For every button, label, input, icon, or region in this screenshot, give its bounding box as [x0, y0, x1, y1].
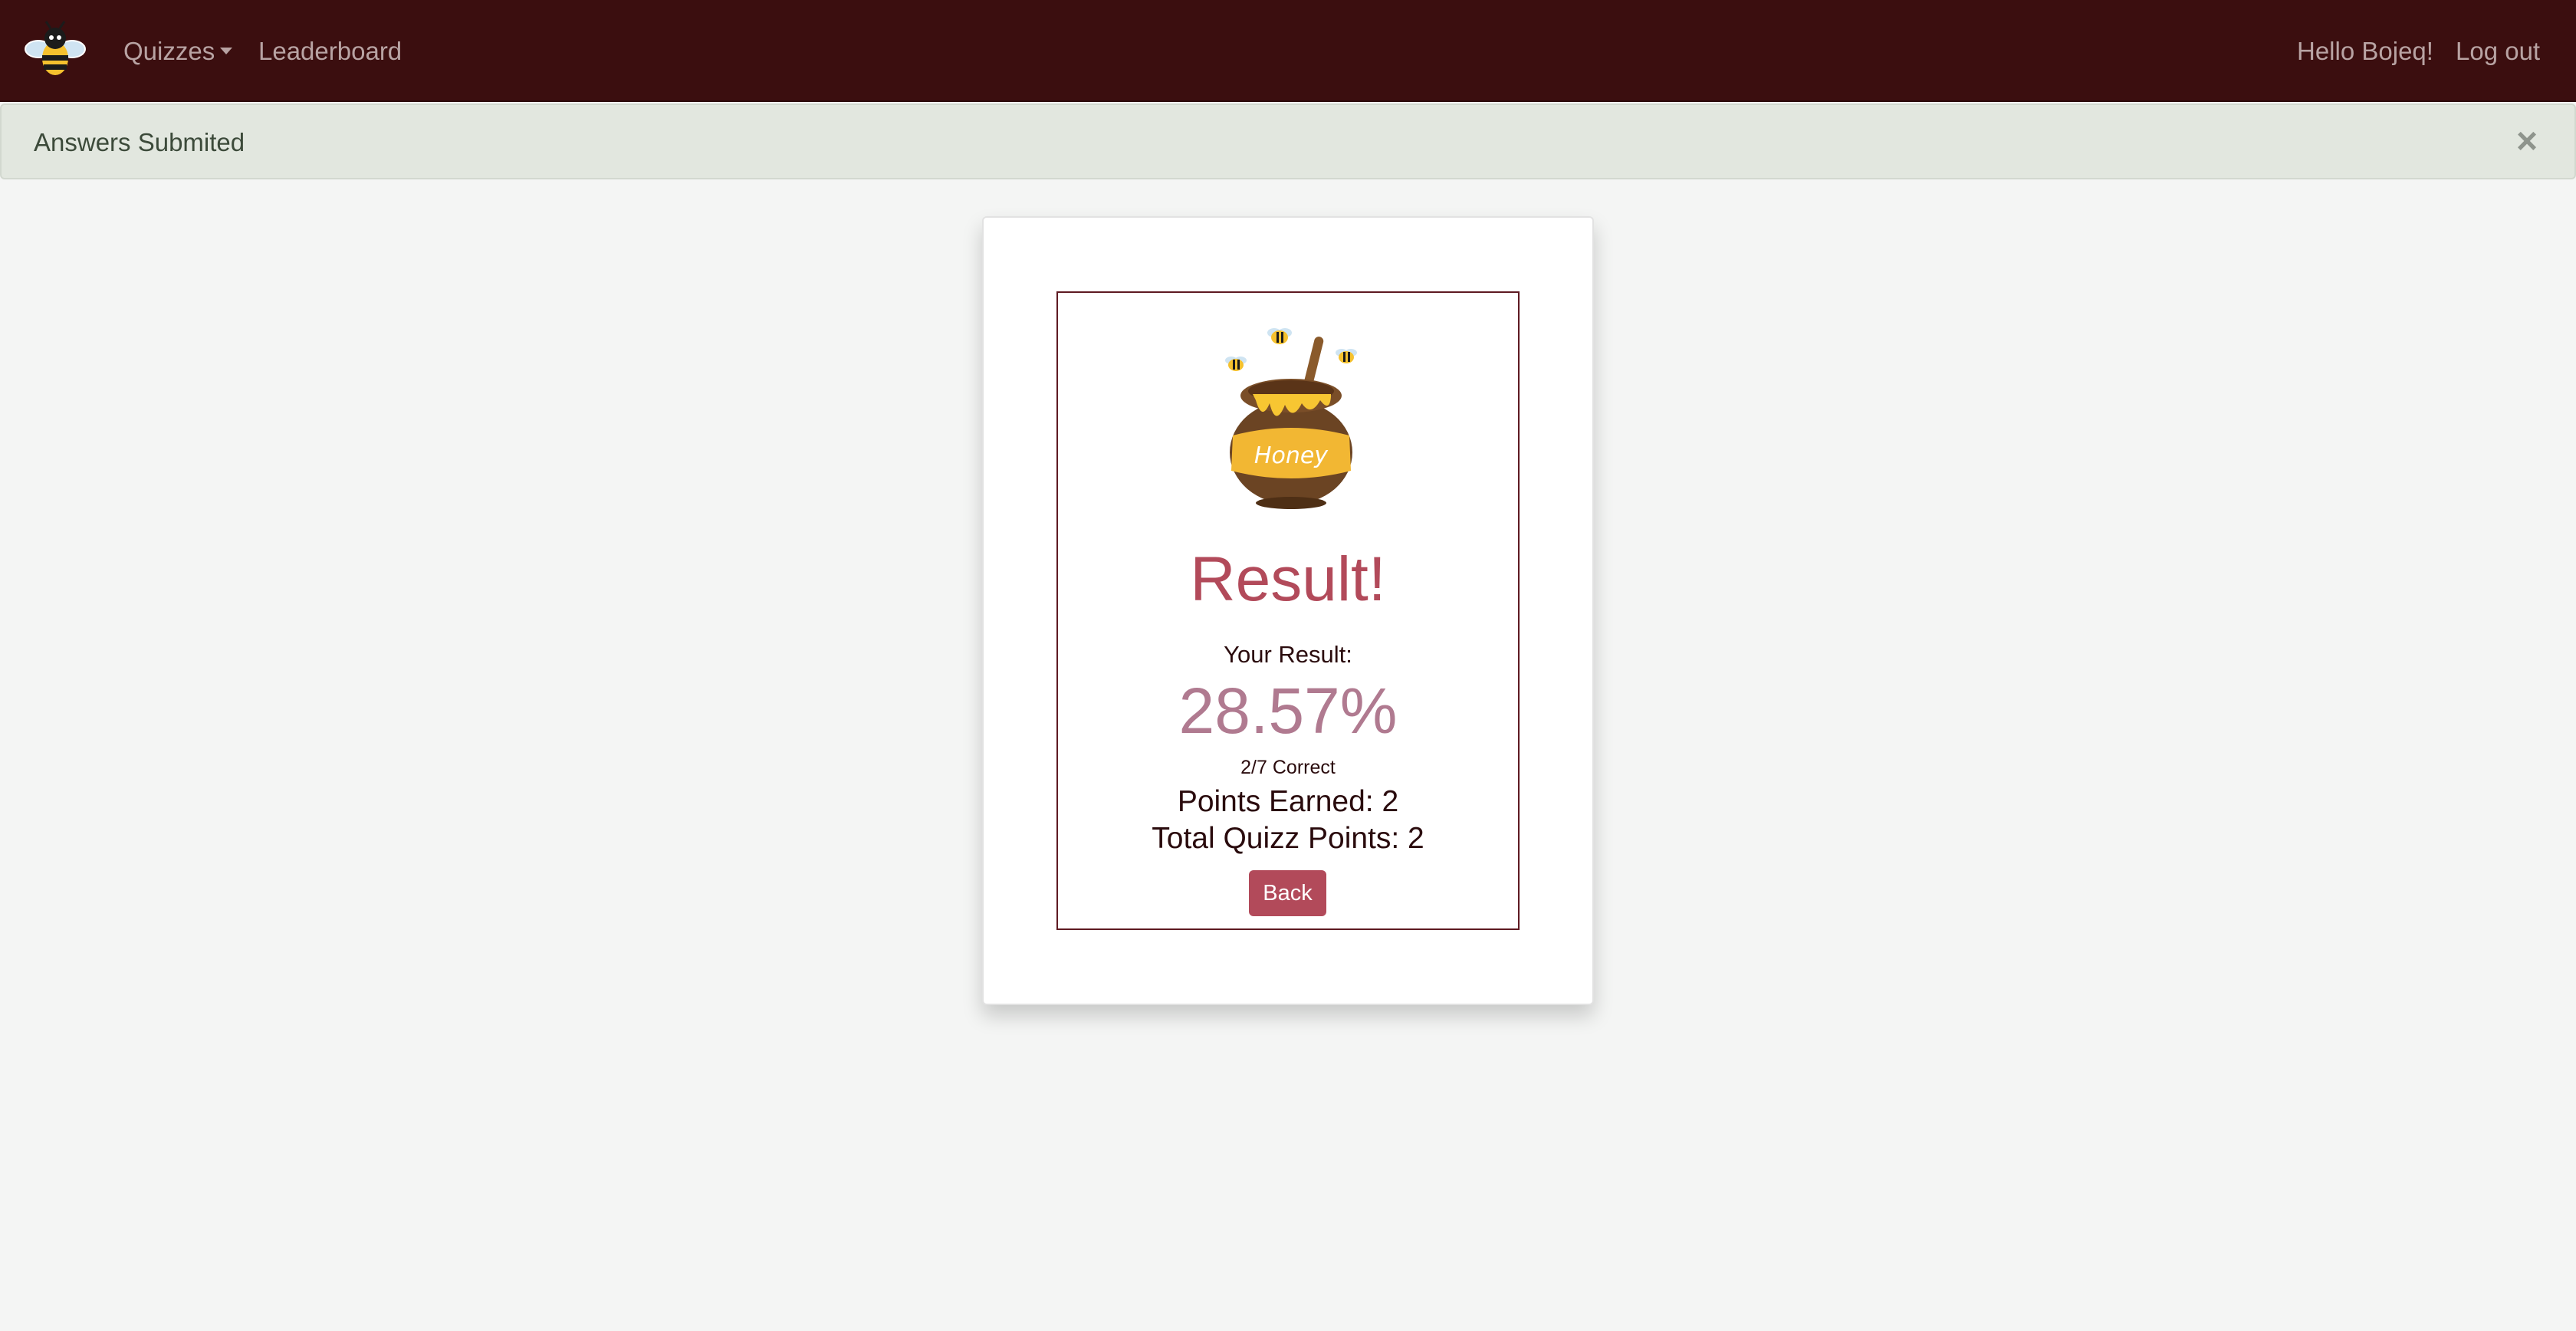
your-result-label: Your Result: [1224, 641, 1352, 668]
honey-pot-icon: Honey [1225, 328, 1357, 509]
svg-text:Honey: Honey [1254, 442, 1329, 469]
bee-logo-icon[interactable] [23, 18, 87, 83]
result-percentage: 28.57% [1178, 675, 1398, 747]
alert-message: Answers Submited [34, 128, 245, 156]
correct-count: 2/7 Correct [1240, 757, 1336, 778]
quizzes-label: Quizzes [123, 37, 215, 65]
quizzes-dropdown[interactable]: Quizzes [123, 34, 233, 69]
leaderboard-link[interactable]: Leaderboard [258, 34, 402, 69]
points-earned: Points Earned: 2 [1177, 785, 1399, 818]
total-quiz-points: Total Quizz Points: 2 [1152, 822, 1424, 855]
result-title: Result! [1190, 544, 1386, 614]
close-icon[interactable]: × [2516, 123, 2538, 160]
back-button[interactable]: Back [1249, 870, 1326, 916]
success-alert: Answers Submited × [0, 104, 2576, 179]
caret-down-icon [220, 47, 233, 54]
navbar: Quizzes Leaderboard Hello Bojeq! Log out [0, 0, 2576, 102]
user-greeting[interactable]: Hello Bojeq! [2297, 34, 2433, 69]
logout-link[interactable]: Log out [2456, 34, 2540, 69]
